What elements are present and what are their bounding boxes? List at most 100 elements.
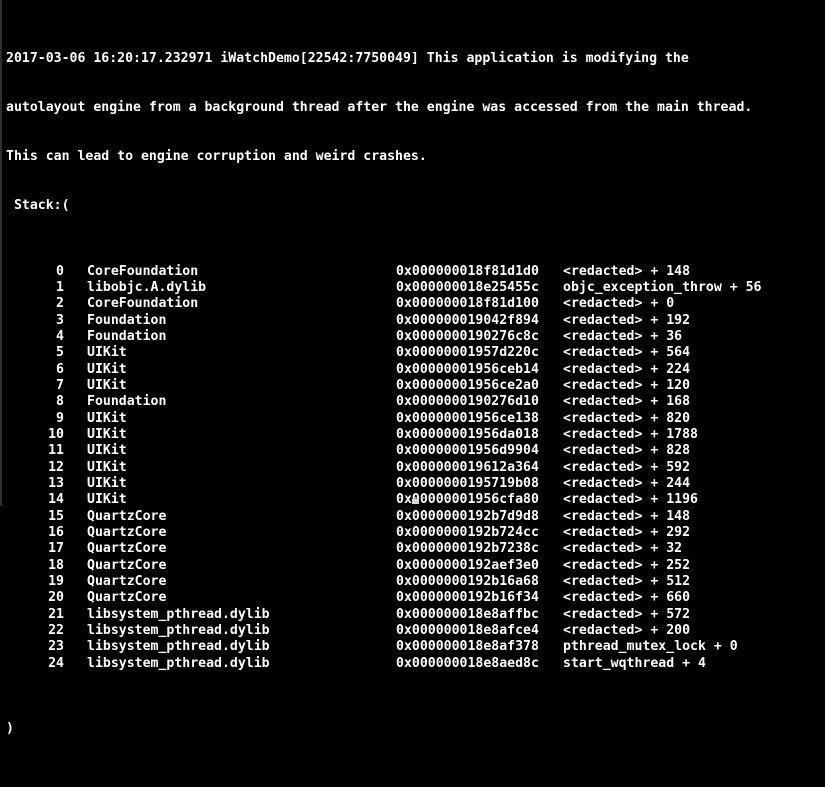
stack-frame-symbol: <redacted> + 148 — [563, 263, 691, 279]
stack-frame-row: 0 CoreFoundation 0x000000018f81d1d0 <redact… — [2, 264, 825, 280]
stack-frame-index: 18 — [48, 557, 64, 573]
stack-frame-library: QuartzCore — [87, 525, 167, 540]
stack-frame-row: 21 libsystem_pthread.dylib 0x000000018e8af… — [2, 607, 825, 623]
stack-frame-library: UIKit — [87, 361, 127, 377]
stack-frame-symbol: <redacted> + 564 — [563, 345, 691, 361]
stack-frame-index: 5 — [56, 345, 64, 361]
stack-frame-library: QuartzCore — [87, 574, 167, 590]
stack-frame-index: 0 — [56, 263, 64, 279]
stack-frame-library: libsystem_pthread.dylib — [87, 623, 270, 639]
stack-frame-index: 8 — [56, 394, 64, 410]
stack-frame-row: 17 QuartzCore 0x0000000192b7238c <redacted>… — [2, 541, 825, 557]
stack-frame-library: Foundation — [87, 394, 167, 410]
stack-frame-library: UIKit — [87, 443, 127, 459]
stack-frame-address: 0x000000018e8afce4 — [396, 623, 539, 639]
stack-frame-index: 11 — [48, 443, 64, 459]
stack-frame-library: Foundation — [87, 312, 167, 328]
stack-frame-index: 16 — [48, 525, 64, 540]
stack-frame-row: 24 libsystem_pthread.dylib 0x000000018e8ae… — [2, 656, 825, 672]
stack-frame-symbol: start_wqthread + 4 — [563, 655, 706, 671]
stack-frame-library: UIKit — [87, 475, 127, 491]
stack-frame-row: 11 UIKit 0x00000001956d9904 <redacted> + 82… — [2, 443, 825, 459]
stack-frame-index: 2 — [56, 296, 64, 312]
stack-frame-address: 0x0000000192b16f34 — [396, 590, 539, 606]
stack-frame-library: UIKit — [87, 426, 127, 442]
stack-frame-library: CoreFoundation — [87, 296, 199, 312]
stack-frame-library: QuartzCore — [87, 557, 167, 573]
stack-frame-symbol: <redacted> + 828 — [563, 443, 691, 459]
stack-frame-library: UIKit — [87, 377, 127, 393]
stack-frame-library: CoreFoundation — [87, 263, 199, 279]
stack-frame-index: 24 — [48, 655, 64, 671]
stack-frame-address: 0x0000000192b724cc — [396, 525, 539, 540]
stack-frame-address: 0x000000018e8aed8c — [396, 655, 539, 671]
stack-frame-row: 13 UIKit 0x0000000195719b08 <redacted> + 24… — [2, 476, 825, 492]
stack-frame-row: 19 QuartzCore 0x0000000192b16a68 <redacted>… — [2, 574, 825, 590]
stack-frame-index: 15 — [48, 508, 64, 524]
stack-frame-index: 14 — [48, 492, 64, 508]
stack-frame-symbol: <redacted> + 244 — [563, 475, 691, 491]
stack-frame-library: Foundation — [87, 328, 167, 344]
log-message-line-3: This can lead to engine corruption and w… — [6, 149, 427, 165]
stack-frame-address: 0x00000001956ceb14 — [396, 361, 539, 377]
stack-frame-row: 7 UIKit 0x00000001956ce2a0 <redacted> + 120 — [2, 378, 825, 394]
terminal-cursor — [412, 499, 419, 504]
stack-frame-library: QuartzCore — [87, 541, 167, 557]
stack-frame-symbol: <redacted> + 148 — [563, 508, 691, 524]
stack-frame-address: 0x00000001956ce138 — [396, 410, 539, 426]
stack-frame-address: 0x0000000192b7d9d8 — [396, 508, 539, 524]
stack-frame-row: 18 QuartzCore 0x0000000192aef3e0 <redacted>… — [2, 558, 825, 574]
stack-frame-address: 0x0000000190276c8c — [396, 328, 539, 344]
stack-frame-index: 22 — [48, 623, 64, 639]
stack-frame-row: 12 UIKit 0x000000019612a364 <redacted> + 59… — [2, 460, 825, 476]
stack-frame-library: QuartzCore — [87, 590, 167, 606]
stack-frame-symbol: <redacted> + 120 — [563, 377, 691, 393]
stack-frame-symbol: <redacted> + 1196 — [563, 492, 698, 508]
stack-frame-address: 0x0000000195719b08 — [396, 475, 539, 491]
stack-frame-library: UIKit — [87, 492, 127, 508]
stack-frame-row: 3 Foundation 0x000000019042f894 <redacted> … — [2, 313, 825, 329]
stack-frame-symbol: <redacted> + 36 — [563, 328, 683, 344]
stack-frame-library: libsystem_pthread.dylib — [87, 639, 270, 655]
stack-frame-address: 0x000000019042f894 — [396, 312, 539, 328]
stack-trace-list: 0 CoreFoundation 0x000000018f81d1d0 <redact… — [2, 264, 825, 673]
stack-frame-library: UIKit — [87, 410, 127, 426]
stack-frame-address: 0x0000000192b16a68 — [396, 574, 539, 590]
stack-frame-symbol: <redacted> + 192 — [563, 312, 691, 328]
stack-frame-symbol: objc_exception_throw + 56 — [563, 279, 762, 295]
stack-frame-address: 0x00000001956da018 — [396, 426, 539, 442]
stack-frame-symbol: <redacted> + 292 — [563, 525, 691, 540]
stack-frame-row: 15 QuartzCore 0x0000000192b7d9d8 <redacted>… — [2, 509, 825, 525]
stack-frame-symbol: <redacted> + 252 — [563, 557, 691, 573]
stack-frame-index: 20 — [48, 590, 64, 606]
stack-frame-index: 3 — [56, 312, 64, 328]
stack-frame-library: UIKit — [87, 459, 127, 475]
stack-frame-index: 1 — [56, 279, 64, 295]
stack-frame-address: 0x00000001956d9904 — [396, 443, 539, 459]
stack-frame-row: 22 libsystem_pthread.dylib 0x000000018e8af… — [2, 623, 825, 639]
stack-frame-index: 17 — [48, 541, 64, 557]
stack-frame-index: 10 — [48, 426, 64, 442]
stack-frame-index: 12 — [48, 459, 64, 475]
stack-frame-address: 0x000000019612a364 — [396, 459, 539, 475]
stack-frame-library: UIKit — [87, 345, 127, 361]
stack-frame-index: 6 — [56, 361, 64, 377]
stack-frame-index: 7 — [56, 377, 64, 393]
stack-frame-symbol: <redacted> + 168 — [563, 394, 691, 410]
stack-frame-address: 0x000000018f81d100 — [396, 296, 539, 312]
stack-frame-address: 0x0000000192b7238c — [396, 541, 539, 557]
stack-frame-address: 0x00000001956ce2a0 — [396, 377, 539, 393]
stack-frame-row: 10 UIKit 0x00000001956da018 <redacted> + 17… — [2, 427, 825, 443]
stack-frame-symbol: <redacted> + 592 — [563, 459, 691, 475]
stack-frame-symbol: <redacted> + 0 — [563, 296, 675, 312]
stack-frame-index: 19 — [48, 574, 64, 590]
stack-frame-address: 0x000000018e8affbc — [396, 606, 539, 622]
stack-frame-library: libobjc.A.dylib — [87, 279, 207, 295]
stack-frame-address: 0x000000018e25455c — [396, 279, 539, 295]
stack-frame-row: 8 Foundation 0x0000000190276d10 <redacted> … — [2, 394, 825, 410]
log-message-line-2: autolayout engine from a background thre… — [6, 100, 753, 116]
terminal-console[interactable]: 2017-03-06 16:20:17.232971 iWatchDemo[22… — [0, 0, 825, 736]
stack-frame-address: 0x000000018f81d1d0 — [396, 263, 539, 279]
stack-frame-symbol: <redacted> + 572 — [563, 606, 691, 622]
stack-frame-library: QuartzCore — [87, 508, 167, 524]
